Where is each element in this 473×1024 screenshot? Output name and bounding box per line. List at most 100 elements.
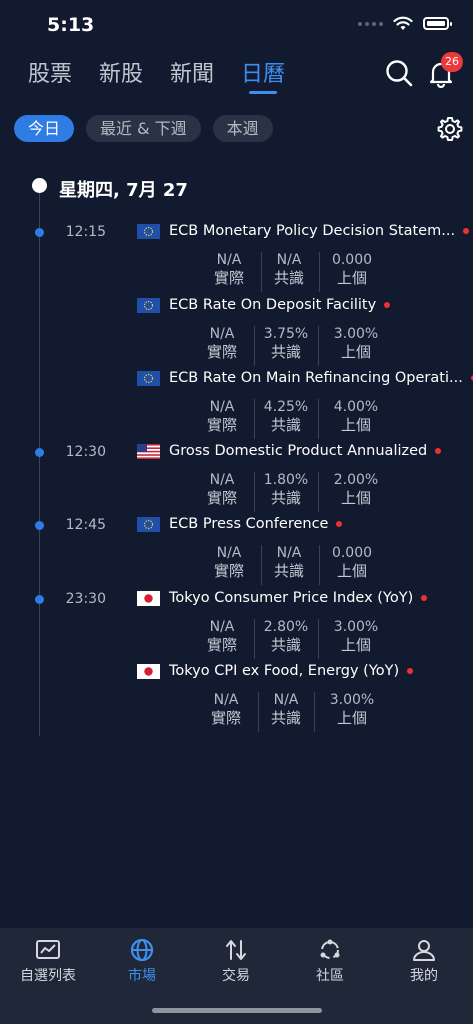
actual-value: N/A [216, 252, 242, 268]
previous-value: 2.00% [333, 472, 379, 488]
status-time: 5:13 [47, 14, 95, 36]
event-title: ECB Rate On Main Refinancing Operati... [169, 370, 463, 386]
nav-trade[interactable]: 交易 [196, 938, 276, 985]
wifi-icon [393, 16, 413, 30]
event-time: 12:15 [65, 224, 106, 240]
event-values: N/A 實際 1.80% 共識 2.00% 上個 [192, 472, 392, 512]
eu-flag-icon [137, 371, 160, 386]
actual-label: 實際 [206, 343, 237, 361]
filter-this-week[interactable]: 本週 [212, 115, 273, 142]
actual-value: N/A [216, 545, 242, 561]
event-title: Tokyo Consumer Price Index (YoY) [169, 590, 414, 606]
nav-label: 我的 [410, 968, 438, 984]
consensus-label: 共識 [273, 562, 304, 580]
consensus-label: 共識 [270, 343, 301, 361]
previous-value: 4.00% [333, 399, 379, 415]
event-row[interactable]: ECB Monetary Policy Decision Statem... [169, 223, 470, 239]
actual-value: N/A [209, 619, 235, 635]
gear-icon[interactable] [436, 115, 464, 143]
event-values: N/A 實際 2.80% 共識 3.00% 上個 [192, 619, 392, 659]
previous-label: 上個 [340, 636, 371, 654]
importance-dot [435, 448, 442, 454]
jp-flag-icon [137, 664, 160, 679]
actual-label: 實際 [210, 709, 241, 727]
previous-value: 3.00% [333, 619, 379, 635]
nav-watchlist[interactable]: 自選列表 [8, 938, 88, 985]
nav-market[interactable]: 市場 [102, 938, 182, 985]
filter-today[interactable]: 今日 [14, 115, 75, 142]
globe-icon [130, 938, 154, 962]
event-values: N/A 實際 4.25% 共識 4.00% 上個 [192, 399, 392, 439]
previous-value: 0.000 [331, 252, 373, 268]
importance-dot [336, 521, 343, 527]
previous-value: 3.00% [329, 692, 375, 708]
actual-label: 實際 [206, 489, 237, 507]
previous-label: 上個 [336, 709, 367, 727]
previous-value: 3.00% [333, 326, 379, 342]
event-title: Gross Domestic Product Annualized [169, 443, 428, 459]
event-title: ECB Monetary Policy Decision Statem... [169, 223, 456, 239]
consensus-label: 共識 [270, 636, 301, 654]
event-row[interactable]: Tokyo CPI ex Food, Energy (YoY) [169, 663, 414, 679]
consensus-label: 共識 [270, 416, 301, 434]
top-tabs: 股票 新股 新聞 日曆 [28, 56, 285, 94]
chart-icon [36, 940, 60, 959]
date-marker [32, 178, 47, 193]
previous-label: 上個 [340, 416, 371, 434]
eu-flag-icon [137, 517, 160, 532]
eu-flag-icon [137, 298, 160, 313]
nav-community[interactable]: 社區 [290, 938, 370, 985]
consensus-value: 1.80% [263, 472, 309, 488]
event-row[interactable]: Tokyo Consumer Price Index (YoY) [169, 590, 428, 606]
event-title: ECB Rate On Deposit Facility [169, 297, 377, 313]
importance-dot [384, 302, 391, 308]
time-marker [35, 595, 44, 604]
consensus-value: N/A [276, 545, 302, 561]
event-row[interactable]: Gross Domestic Product Annualized [169, 443, 442, 459]
consensus-label: 共識 [270, 709, 301, 727]
tab-news[interactable]: 新聞 [170, 56, 214, 88]
previous-label: 上個 [336, 562, 367, 580]
tab-stocks[interactable]: 股票 [28, 56, 72, 88]
time-marker [35, 521, 44, 530]
actual-value: N/A [209, 326, 235, 342]
event-time: 23:30 [65, 591, 106, 607]
importance-dot [463, 228, 470, 234]
actual-value: N/A [209, 472, 235, 488]
event-time: 12:30 [65, 444, 106, 460]
date-filters: 今日 最近 & 下週 本週 [14, 115, 273, 142]
actual-label: 實際 [213, 269, 244, 287]
event-row[interactable]: ECB Rate On Main Refinancing Operati... [169, 370, 473, 386]
actual-value: N/A [213, 692, 239, 708]
eu-flag-icon [137, 224, 160, 239]
battery-icon [423, 17, 452, 30]
previous-label: 上個 [336, 269, 367, 287]
event-title: Tokyo CPI ex Food, Energy (YoY) [169, 663, 400, 679]
cellular-signal-icon [358, 21, 383, 26]
notification-badge: 26 [441, 52, 463, 72]
actual-value: N/A [209, 399, 235, 415]
event-row[interactable]: ECB Press Conference [169, 516, 343, 532]
person-icon [413, 940, 435, 961]
event-row[interactable]: ECB Rate On Deposit Facility [169, 297, 391, 313]
filter-recent-next-week[interactable]: 最近 & 下週 [86, 115, 201, 142]
nav-label: 交易 [222, 968, 250, 984]
consensus-value: 4.25% [263, 399, 309, 415]
timeline-line [39, 186, 40, 736]
tab-calendar[interactable]: 日曆 [241, 56, 285, 94]
consensus-value: N/A [273, 692, 299, 708]
jp-flag-icon [137, 591, 160, 606]
event-values: N/A 實際 N/A 共識 0.000 上個 [200, 252, 400, 292]
tab-ipo[interactable]: 新股 [99, 56, 143, 88]
actual-label: 實際 [206, 636, 237, 654]
event-values: N/A 實際 3.75% 共識 3.00% 上個 [192, 326, 392, 366]
nav-profile[interactable]: 我的 [384, 938, 464, 985]
nav-label: 市場 [128, 968, 156, 984]
community-icon [320, 939, 340, 959]
consensus-label: 共識 [273, 269, 304, 287]
nav-label: 社區 [316, 968, 344, 984]
search-icon[interactable] [384, 58, 414, 88]
us-flag-icon [137, 444, 160, 459]
home-indicator [152, 1008, 322, 1013]
importance-dot [421, 595, 428, 601]
